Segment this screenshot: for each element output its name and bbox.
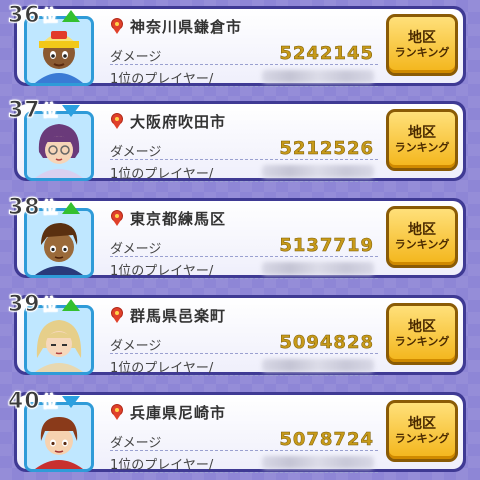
button-line-1: 地区 — [408, 416, 436, 433]
button-line-2: ランキング — [394, 140, 450, 154]
ranking-row: 兵庫県尼崎市 ダメージ 5078724 1位のプレイヤー/ 地区 ランキング 4… — [8, 388, 466, 474]
top-player-label: 1位のプレイヤー/ — [110, 72, 214, 87]
divider — [110, 159, 378, 160]
top-player-label: 1位のプレイヤー/ — [110, 167, 214, 182]
ranking-row: 群馬県邑楽町 ダメージ 5094828 1位のプレイヤー/ 地区 ランキング 3… — [8, 291, 466, 377]
medal-ribbon-icon — [110, 113, 124, 129]
button-line-2: ランキング — [394, 45, 450, 59]
top-player-name-redacted — [262, 165, 374, 178]
ranking-row: 大阪府吹田市 ダメージ 5212526 1位のプレイヤー/ 地区 ランキング 3… — [8, 97, 466, 183]
top-player-name-redacted — [262, 456, 374, 469]
ranking-card: 兵庫県尼崎市 ダメージ 5078724 1位のプレイヤー/ 地区 ランキング — [14, 392, 466, 473]
ranking-card: 群馬県邑楽町 ダメージ 5094828 1位のプレイヤー/ 地区 ランキング — [14, 295, 466, 376]
rank-indicator: 39 位 — [8, 289, 80, 318]
rank-suffix: 位 — [41, 198, 59, 218]
damage-label: ダメージ — [110, 339, 162, 354]
top-player-name-redacted — [262, 70, 374, 83]
ranking-row: 神奈川県鎌倉市 ダメージ 5242145 1位のプレイヤー/ 地区 ランキング … — [8, 2, 466, 88]
top-player-name-redacted — [262, 359, 374, 372]
region-name: 兵庫県尼崎市 — [130, 404, 227, 422]
button-line-1: 地区 — [408, 319, 436, 336]
trend-up-arrow-icon — [61, 299, 80, 311]
divider — [110, 86, 378, 87]
divider — [110, 375, 378, 376]
rank-indicator: 37 位 — [8, 95, 80, 124]
button-line-2: ランキング — [394, 237, 450, 251]
divider — [110, 64, 378, 65]
rank-suffix: 位 — [41, 6, 59, 26]
damage-label: ダメージ — [110, 50, 162, 65]
medal-ribbon-icon — [110, 18, 124, 34]
region-name: 神奈川県鎌倉市 — [130, 18, 243, 36]
top-player-name-redacted — [262, 262, 374, 275]
top-player-label: 1位のプレイヤー/ — [110, 264, 214, 279]
button-line-1: 地区 — [408, 125, 436, 142]
region-ranking-list: 神奈川県鎌倉市 ダメージ 5242145 1位のプレイヤー/ 地区 ランキング … — [0, 0, 480, 480]
rank-suffix: 位 — [41, 295, 59, 315]
region-ranking-button[interactable]: 地区 ランキング — [386, 206, 458, 268]
region-ranking-button[interactable]: 地区 ランキング — [386, 303, 458, 365]
region-ranking-button[interactable]: 地区 ランキング — [386, 14, 458, 76]
ranking-card: 東京都練馬区 ダメージ 5137719 1位のプレイヤー/ 地区 ランキング — [14, 198, 466, 279]
damage-label: ダメージ — [110, 242, 162, 257]
ranking-row: 東京都練馬区 ダメージ 5137719 1位のプレイヤー/ 地区 ランキング 3… — [8, 194, 466, 280]
divider — [110, 353, 378, 354]
divider — [110, 181, 378, 182]
rank-suffix: 位 — [41, 101, 59, 121]
top-player-label: 1位のプレイヤー/ — [110, 361, 214, 376]
region-ranking-button[interactable]: 地区 ランキング — [386, 109, 458, 171]
rank-number: 37 — [8, 98, 41, 124]
rank-indicator: 40 位 — [8, 386, 80, 415]
divider — [110, 472, 378, 473]
rank-suffix: 位 — [41, 392, 59, 412]
damage-value: 5242145 — [279, 43, 374, 65]
damage-label: ダメージ — [110, 145, 162, 160]
trend-up-arrow-icon — [61, 202, 80, 214]
trend-down-arrow-icon — [61, 105, 80, 117]
medal-ribbon-icon — [110, 307, 124, 323]
divider — [110, 450, 378, 451]
button-line-2: ランキング — [394, 334, 450, 348]
rank-indicator: 38 位 — [8, 192, 80, 221]
rank-number: 36 — [8, 3, 41, 29]
button-line-1: 地区 — [408, 30, 436, 47]
damage-value: 5094828 — [279, 332, 374, 354]
damage-label: ダメージ — [110, 436, 162, 451]
damage-value: 5078724 — [279, 429, 374, 451]
region-name: 東京都練馬区 — [130, 210, 227, 228]
trend-up-arrow-icon — [61, 10, 80, 22]
divider — [110, 256, 378, 257]
rank-number: 38 — [8, 195, 41, 221]
medal-ribbon-icon — [110, 210, 124, 226]
trend-down-arrow-icon — [61, 396, 80, 408]
rank-indicator: 36 位 — [8, 0, 80, 29]
top-player-label: 1位のプレイヤー/ — [110, 458, 214, 473]
region-name: 群馬県邑楽町 — [130, 307, 227, 325]
button-line-2: ランキング — [394, 431, 450, 445]
region-name: 大阪府吹田市 — [130, 113, 227, 131]
region-ranking-button[interactable]: 地区 ランキング — [386, 400, 458, 462]
rank-number: 39 — [8, 292, 41, 318]
ranking-card: 大阪府吹田市 ダメージ 5212526 1位のプレイヤー/ 地区 ランキング — [14, 101, 466, 182]
damage-value: 5137719 — [279, 235, 374, 257]
medal-ribbon-icon — [110, 404, 124, 420]
ranking-card: 神奈川県鎌倉市 ダメージ 5242145 1位のプレイヤー/ 地区 ランキング — [14, 6, 466, 87]
button-line-1: 地区 — [408, 222, 436, 239]
rank-number: 40 — [8, 389, 41, 415]
divider — [110, 278, 378, 279]
damage-value: 5212526 — [279, 138, 374, 160]
